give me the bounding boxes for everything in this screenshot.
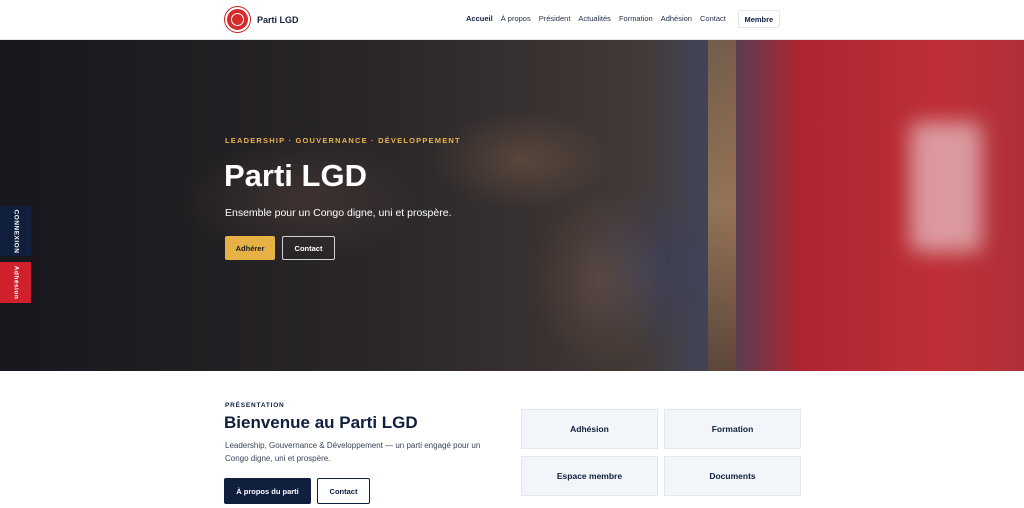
nav-item-accueil[interactable]: Accueil [466, 10, 493, 28]
brand-name: Parti LGD [257, 14, 299, 25]
card-formation[interactable]: Formation [664, 409, 801, 449]
member-button[interactable]: Membre [737, 10, 780, 28]
nav-item-formation[interactable]: Formation [619, 10, 653, 28]
hero-tagline: LEADERSHIP · GOUVERNANCE · DÉVELOPPEMENT [225, 136, 461, 145]
nav-item-president[interactable]: Président [539, 10, 571, 28]
section-title: Bienvenue au Parti LGD [224, 413, 418, 432]
hero-section: LEADERSHIP · GOUVERNANCE · DÉVELOPPEMENT… [0, 40, 1024, 371]
side-tab-connexion[interactable]: CONNEXION [0, 206, 31, 256]
section-label: PRÉSENTATION [225, 402, 285, 409]
hero-title: Parti LGD [224, 158, 367, 193]
site-header: Parti LGD Accueil À propos Président Act… [0, 0, 1024, 40]
card-espace-membre[interactable]: Espace membre [521, 456, 658, 496]
hero-contact-button[interactable]: Contact [282, 236, 335, 260]
join-button[interactable]: Adhérer [225, 236, 275, 260]
contact-button[interactable]: Contact [317, 478, 370, 504]
side-tab-adhesion-label: Adhésion [12, 265, 19, 300]
hero-subtitle: Ensemble pour un Congo digne, uni et pro… [225, 207, 452, 219]
hero-overlay [0, 40, 1024, 371]
page: Parti LGD Accueil À propos Président Act… [0, 0, 1024, 508]
side-tab-adhesion[interactable]: Adhésion [0, 262, 31, 303]
brand[interactable]: Parti LGD [225, 7, 299, 32]
nav-item-contact[interactable]: Contact [700, 10, 726, 28]
main-nav: Accueil À propos Président Actualités Fo… [466, 10, 780, 28]
section-text: Leadership, Gouvernance & Développement … [225, 441, 481, 463]
card-documents[interactable]: Documents [664, 456, 801, 496]
party-emblem-icon [225, 7, 250, 32]
side-tab-connexion-label: CONNEXION [12, 209, 19, 253]
about-party-button[interactable]: À propos du parti [224, 478, 311, 504]
nav-item-a-propos[interactable]: À propos [501, 10, 531, 28]
nav-item-adhesion[interactable]: Adhésion [661, 10, 692, 28]
card-adhesion[interactable]: Adhésion [521, 409, 658, 449]
nav-item-actualites[interactable]: Actualités [578, 10, 611, 28]
